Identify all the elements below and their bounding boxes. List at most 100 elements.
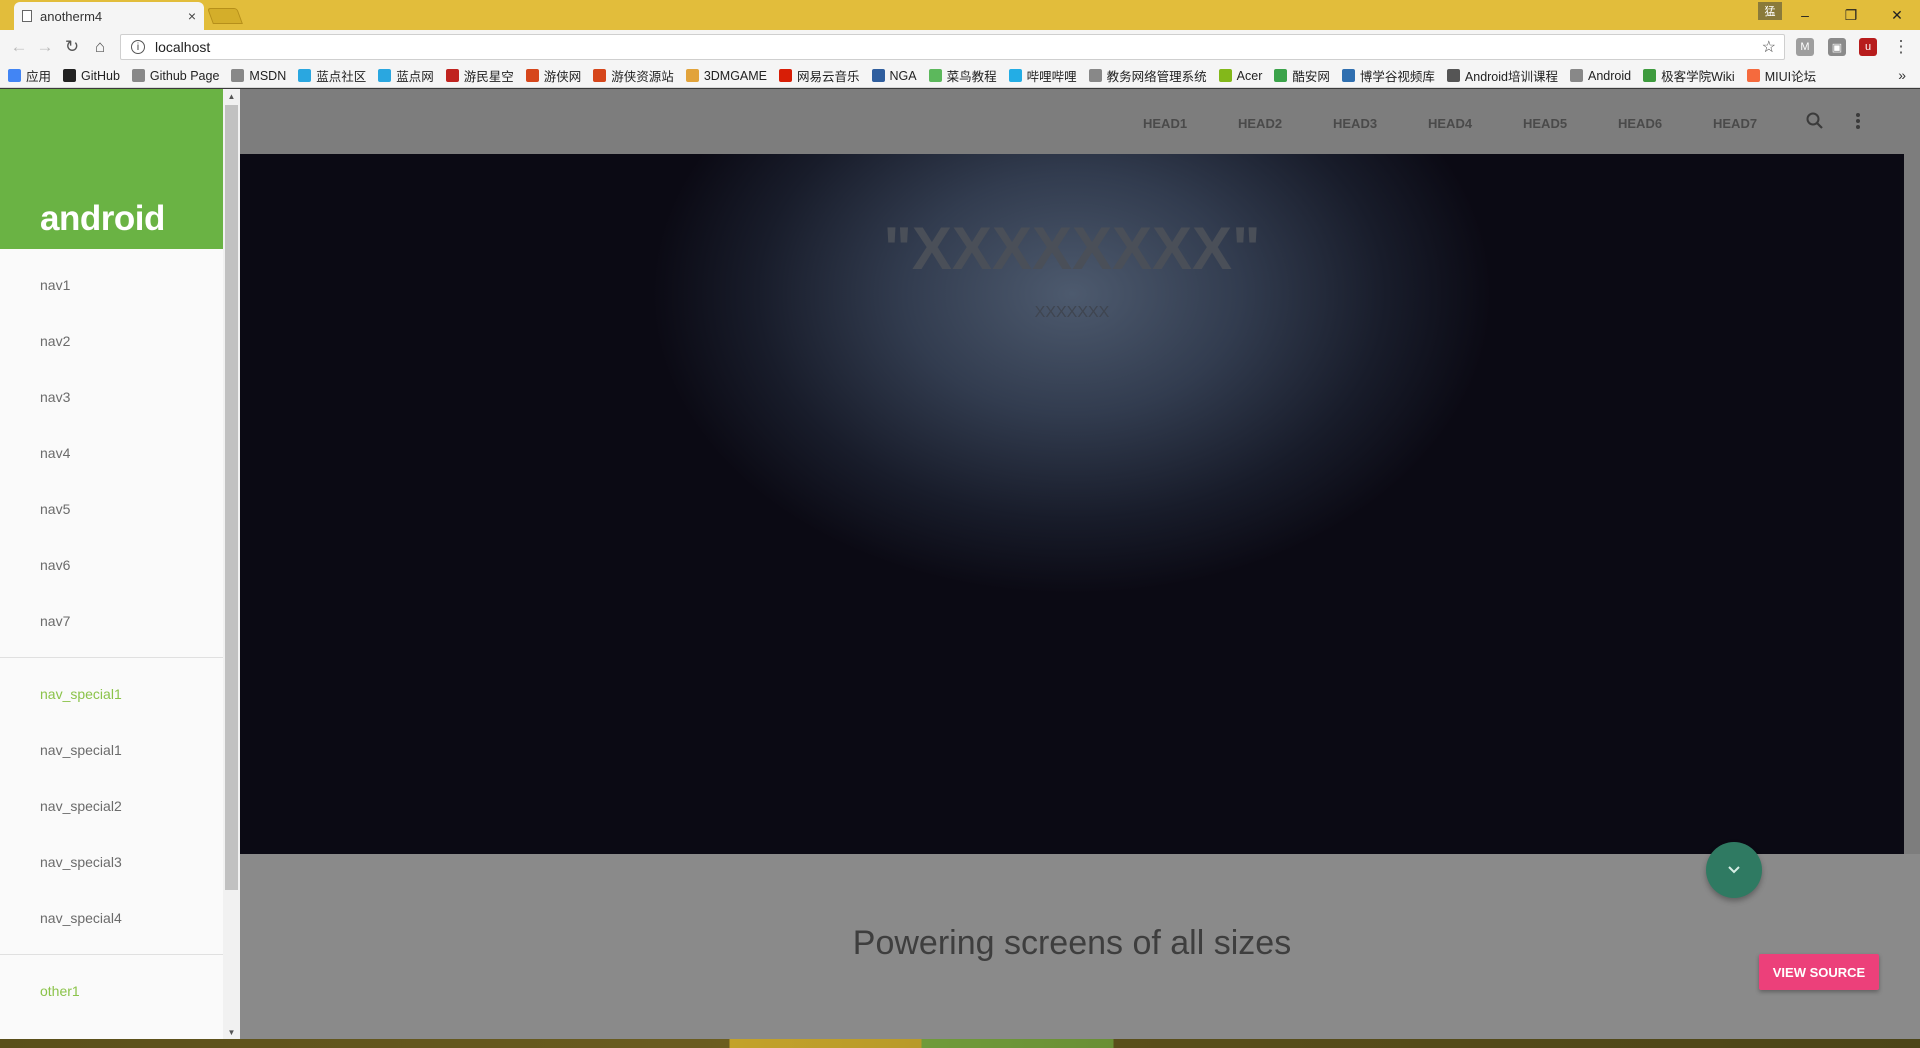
view-source-button[interactable]: VIEW SOURCE	[1759, 954, 1879, 990]
bookmark-favicon-icon	[1643, 69, 1657, 82]
head-link-6[interactable]: HEAD6	[1618, 116, 1662, 131]
scroll-down-icon[interactable]: ▼	[223, 1025, 240, 1039]
gmail-extension-icon[interactable]: M	[1796, 38, 1814, 56]
bookmark-item[interactable]: 游侠资源站	[593, 66, 674, 85]
drawer-item-nav_special2[interactable]: nav_special2	[0, 778, 223, 834]
address-bar[interactable]: i localhost ☆	[120, 34, 1785, 60]
bookmark-label: NGA	[889, 68, 917, 83]
hero-banner: "XXXXXXXX" XXXXXXX	[240, 154, 1904, 854]
more-vert-icon[interactable]	[1855, 111, 1861, 137]
bookmark-favicon-icon	[1088, 69, 1102, 82]
bookmark-label: MIUI论坛	[1764, 70, 1817, 84]
navigation-drawer: android nav1 nav2 nav3 nav4 nav5 nav6 nav7 nav_…	[0, 89, 223, 1039]
drawer-item-nav2[interactable]: nav2	[0, 313, 223, 369]
bookmark-favicon-icon	[1008, 69, 1022, 82]
drawer-item-nav_special4[interactable]: nav_special4	[0, 890, 223, 946]
bookmark-item[interactable]: 蓝点社区	[298, 66, 366, 85]
bookmark-item[interactable]: 3DMGAME	[685, 68, 768, 83]
bookmark-label: 菜鸟教程	[946, 70, 997, 84]
bookmark-label: 酷安网	[1292, 70, 1330, 84]
drawer-scrollbar[interactable]: ▲ ▼	[223, 89, 240, 1039]
drawer-item-other1[interactable]: other1	[0, 963, 223, 1019]
drawer-item-nav5[interactable]: nav5	[0, 481, 223, 537]
bookmark-label: 3DMGAME	[703, 68, 768, 83]
bookmark-item[interactable]: MSDN	[231, 69, 286, 83]
drawer-item-nav_special1[interactable]: nav_special1	[0, 666, 223, 722]
new-tab-button[interactable]	[207, 8, 243, 24]
head-link-1[interactable]: HEAD1	[1143, 116, 1187, 131]
bookmark-label: 游侠资源站	[611, 70, 674, 84]
bookmark-item[interactable]: 教务网络管理系统	[1088, 66, 1207, 85]
bookmark-favicon-icon	[928, 69, 942, 82]
browser-tab[interactable]: anotherm4 ×	[14, 2, 204, 30]
drawer-divider	[0, 657, 223, 658]
bookmark-item[interactable]: 网易云音乐	[779, 66, 860, 85]
head-link-7[interactable]: HEAD7	[1713, 116, 1757, 131]
bookmark-label: 蓝点网	[396, 70, 434, 84]
hero-subtitle: XXXXXXX	[1034, 304, 1110, 321]
drawer-item-nav_special3[interactable]: nav_special3	[0, 834, 223, 890]
chrome-menu-icon[interactable]: ⋮	[1890, 36, 1912, 58]
bookmark-label: 哔哩哔哩	[1026, 70, 1077, 84]
bookmark-item[interactable]: 应用	[8, 66, 51, 85]
bookmark-item[interactable]: 游民星空	[445, 66, 514, 85]
drawer-item-nav3[interactable]: nav3	[0, 369, 223, 425]
drawer-item-nav7[interactable]: nav7	[0, 593, 223, 649]
bookmark-item[interactable]: 博学谷视频库	[1341, 66, 1435, 85]
close-window-button[interactable]: ✕	[1874, 0, 1920, 30]
bookmark-star-icon[interactable]: ☆	[1762, 37, 1776, 57]
bookmark-item[interactable]: Acer	[1218, 69, 1262, 83]
bookmark-item[interactable]: MIUI论坛	[1746, 66, 1817, 85]
bookmark-item[interactable]: 菜鸟教程	[928, 66, 997, 85]
bookmark-item[interactable]: GitHub	[63, 69, 120, 83]
drawer-divider	[0, 954, 223, 955]
bookmark-favicon-icon	[378, 69, 392, 82]
bookmark-item[interactable]: 极客学院Wiki	[1643, 66, 1735, 85]
search-icon[interactable]	[1805, 111, 1825, 137]
screen: anotherm4 × 猛 – ❐ ✕ ← → ↻ ⌂ i localhost …	[0, 0, 1920, 1048]
forward-icon[interactable]: →	[34, 36, 56, 58]
drawer-item-nav_special1[interactable]: nav_special1	[0, 722, 223, 778]
drawer-list: nav1 nav2 nav3 nav4 nav5 nav6 nav7 nav_special1…	[0, 249, 223, 1019]
scroll-down-fab[interactable]	[1706, 842, 1762, 898]
info-icon[interactable]: i	[131, 40, 145, 54]
bookmark-item[interactable]: 酷安网	[1274, 66, 1330, 85]
drawer-item-nav1[interactable]: nav1	[0, 257, 223, 313]
head-link-4[interactable]: HEAD4	[1428, 116, 1472, 131]
url-text: localhost	[155, 39, 211, 55]
page-scrollbar-track[interactable]	[1904, 154, 1920, 854]
restore-button[interactable]: ❐	[1828, 0, 1874, 30]
drawer-item-nav6[interactable]: nav6	[0, 537, 223, 593]
bookmark-label: Android	[1588, 68, 1632, 83]
head-link-2[interactable]: HEAD2	[1238, 116, 1282, 131]
bookmark-item[interactable]: Android培训课程	[1446, 66, 1558, 85]
tab-close-icon[interactable]: ×	[188, 8, 196, 24]
bookmark-favicon-icon	[871, 69, 885, 82]
extension-icon[interactable]: ▣	[1828, 38, 1846, 56]
drawer-item-nav4[interactable]: nav4	[0, 425, 223, 481]
head-link-3[interactable]: HEAD3	[1333, 116, 1377, 131]
home-icon[interactable]: ⌂	[89, 36, 111, 58]
bookmark-favicon-icon	[131, 69, 145, 82]
scrollbar-thumb[interactable]	[225, 105, 238, 890]
bookmarks-bar: 应用 GitHub Github Page MSDN 蓝点社区 蓝点网 游民星空 游侠网 游侠资…	[0, 64, 1920, 88]
bookmark-item[interactable]: Github Page	[131, 69, 219, 83]
back-icon[interactable]: ←	[8, 36, 30, 58]
head-link-5[interactable]: HEAD5	[1523, 116, 1567, 131]
bookmark-item[interactable]: Android	[1570, 69, 1631, 83]
bookmarks-more-icon[interactable]: »	[1898, 67, 1906, 83]
bookmark-favicon-icon	[1570, 69, 1583, 82]
bookmark-favicon-icon	[1446, 69, 1460, 82]
bookmark-item[interactable]: 游侠网	[525, 66, 581, 85]
bookmark-item[interactable]: NGA	[871, 68, 917, 83]
profile-badge[interactable]: 猛	[1758, 2, 1782, 20]
minimize-button[interactable]: –	[1782, 0, 1828, 30]
window-controls: – ❐ ✕	[1782, 0, 1920, 30]
android-logo: android	[40, 199, 165, 238]
bookmark-item[interactable]: 哔哩哔哩	[1008, 66, 1077, 85]
bookmark-label: 游民星空	[463, 70, 514, 84]
ublock-extension-icon[interactable]: u	[1859, 38, 1877, 56]
reload-icon[interactable]: ↻	[61, 36, 83, 58]
scroll-up-icon[interactable]: ▲	[223, 89, 240, 103]
bookmark-item[interactable]: 蓝点网	[378, 66, 434, 85]
